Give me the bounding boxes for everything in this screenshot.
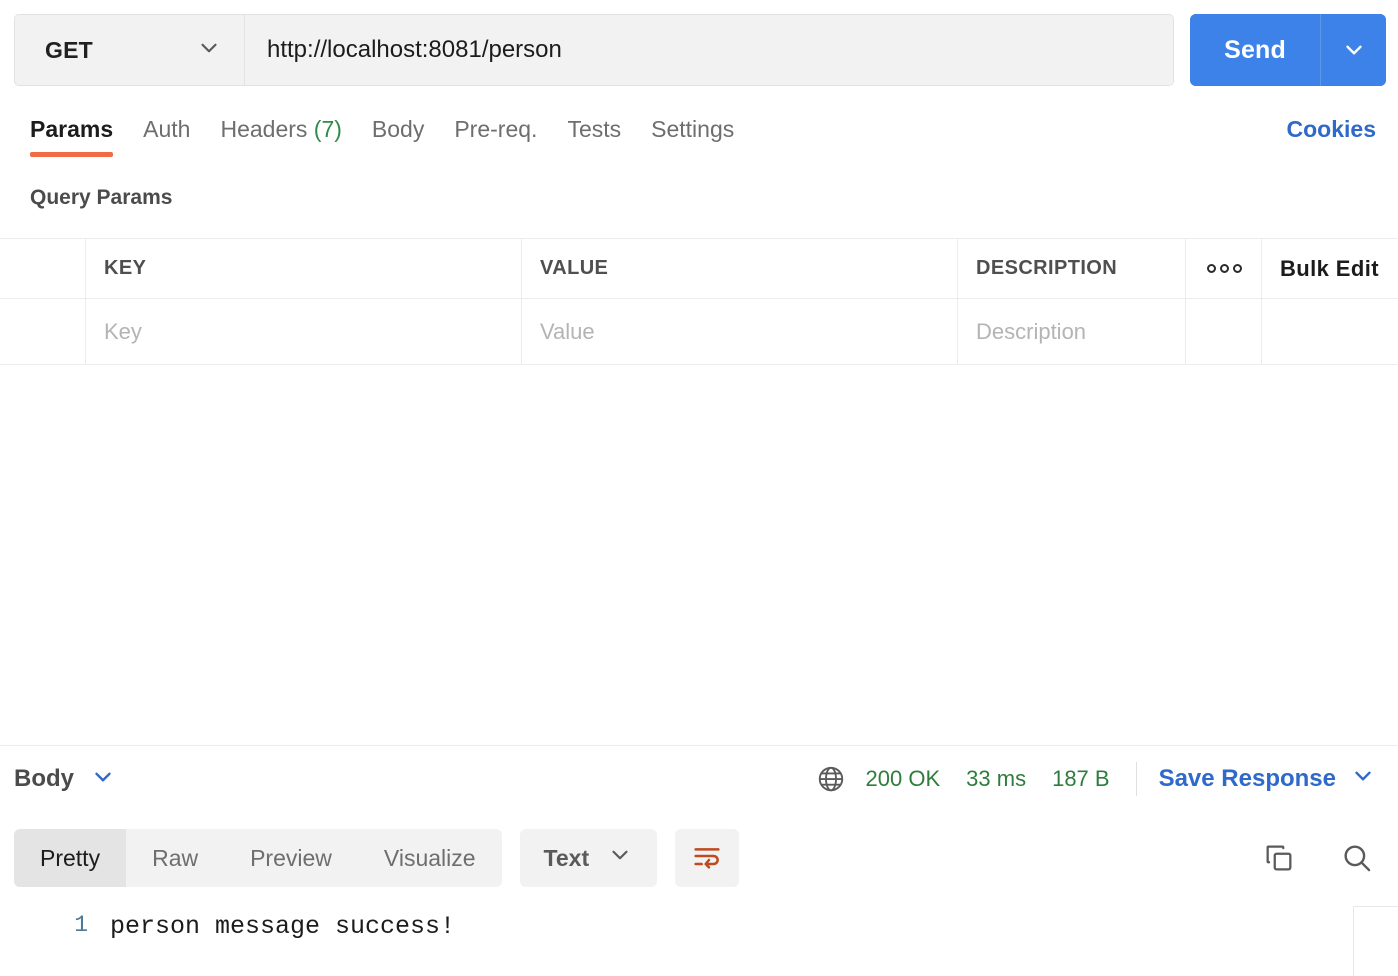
status-badge: 200 OK	[865, 766, 941, 791]
row-bulk-cell	[1262, 299, 1398, 364]
chevron-down-icon	[90, 764, 116, 795]
tab-pre-request-label: Pre-req.	[454, 116, 538, 142]
param-description-input[interactable]: Description	[958, 299, 1186, 364]
response-stats: 200 OK 33 ms 187 B Save Response	[816, 762, 1376, 796]
tab-auth-label: Auth	[143, 116, 191, 142]
tab-auth[interactable]: Auth	[143, 112, 190, 157]
request-url-bar: GET Send	[0, 0, 1398, 100]
right-rail-top-divider	[1353, 906, 1398, 907]
header-cell-select	[0, 239, 86, 298]
tab-body[interactable]: Body	[372, 112, 424, 157]
word-wrap-button[interactable]	[675, 829, 740, 887]
query-params-title: Query Params	[30, 186, 173, 209]
tab-pretty[interactable]: Pretty	[14, 829, 127, 887]
tab-tests[interactable]: Tests	[567, 112, 621, 157]
response-view-controls: Pretty Raw Preview Visualize Text	[0, 826, 1398, 890]
param-key-input[interactable]: Key	[86, 299, 522, 364]
tab-raw[interactable]: Raw	[126, 829, 224, 887]
tab-settings-label: Settings	[651, 116, 735, 142]
postman-request-response-panel: GET Send Params Auth Headers (7	[0, 0, 1398, 976]
tab-pre-request[interactable]: Pre-req.	[454, 112, 537, 157]
response-format-label: Text	[543, 844, 590, 871]
search-icon[interactable]	[1340, 841, 1374, 875]
table-header-row: KEY VALUE DESCRIPTION Bulk Edit	[0, 239, 1398, 299]
tab-preview[interactable]: Preview	[224, 829, 358, 887]
tab-tests-label: Tests	[567, 116, 622, 142]
code-line: 1 person message success!	[0, 898, 1398, 941]
http-method-select[interactable]: GET	[15, 15, 245, 85]
row-options-cell	[1186, 299, 1262, 364]
http-method-label: GET	[45, 36, 93, 63]
query-params-table: KEY VALUE DESCRIPTION Bulk Edit Key Valu…	[0, 238, 1398, 365]
header-cell-key: KEY	[86, 239, 522, 298]
response-body-viewer[interactable]: 1 person message success!	[0, 898, 1398, 976]
tab-headers-label: Headers	[220, 116, 308, 142]
response-body-text: person message success!	[110, 912, 456, 941]
word-wrap-icon	[691, 840, 723, 877]
response-body-toggle[interactable]: Body	[14, 764, 116, 795]
response-action-icons	[1262, 841, 1374, 875]
tab-visualize[interactable]: Visualize	[358, 829, 502, 887]
chevron-down-icon	[196, 35, 222, 66]
header-cell-value: VALUE	[522, 239, 958, 298]
globe-icon	[816, 764, 846, 794]
chevron-down-icon	[1350, 763, 1376, 796]
response-body-label: Body	[14, 765, 74, 792]
send-button-group: Send	[1190, 14, 1386, 86]
request-tabs-bar: Params Auth Headers (7) Body Pre-req. Te…	[0, 100, 1398, 168]
three-dots-icon	[1207, 264, 1242, 273]
chevron-down-icon	[607, 842, 633, 874]
response-format-select[interactable]: Text	[519, 829, 658, 887]
table-row: Key Value Description	[0, 299, 1398, 365]
request-tabs: Params Auth Headers (7) Body Pre-req. Te…	[30, 112, 764, 157]
request-url-input[interactable]	[245, 15, 1174, 85]
response-meta-bar: Body 200 OK 33 ms 187 B Save Response	[0, 746, 1398, 812]
send-options-button[interactable]	[1320, 14, 1386, 86]
copy-icon[interactable]	[1262, 841, 1296, 875]
tab-headers[interactable]: Headers (7)	[220, 112, 341, 157]
save-response-label: Save Response	[1158, 765, 1336, 792]
table-options-button[interactable]	[1186, 239, 1262, 298]
tab-params[interactable]: Params	[30, 112, 114, 157]
cookies-link[interactable]: Cookies	[1287, 112, 1376, 143]
line-number: 1	[74, 912, 88, 938]
method-url-group: GET	[14, 14, 1175, 86]
tab-headers-count: (7)	[313, 116, 342, 142]
param-value-input[interactable]: Value	[522, 299, 958, 364]
save-response-button[interactable]: Save Response	[1159, 763, 1376, 796]
tab-settings[interactable]: Settings	[651, 112, 734, 157]
right-rail-divider	[1353, 906, 1354, 976]
tab-params-label: Params	[30, 116, 114, 142]
row-select-checkbox[interactable]	[0, 299, 86, 364]
bulk-edit-button[interactable]: Bulk Edit	[1262, 239, 1398, 298]
bulk-edit-label: Bulk Edit	[1280, 255, 1379, 281]
response-size: 187 B	[1052, 766, 1110, 791]
tab-body-label: Body	[371, 116, 425, 142]
header-cell-description: DESCRIPTION	[958, 239, 1186, 298]
response-view-tabs: Pretty Raw Preview Visualize	[14, 829, 502, 887]
response-time: 33 ms	[966, 766, 1027, 791]
send-button[interactable]: Send	[1190, 14, 1320, 86]
meta-divider	[1135, 762, 1137, 796]
